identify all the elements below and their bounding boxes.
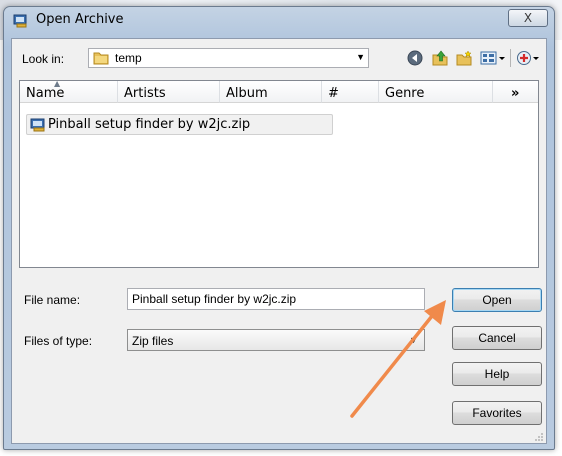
column-header-name[interactable]: Name ▲: [20, 79, 118, 103]
file-name-field[interactable]: Pinball setup finder by w2jc.zip: [127, 288, 425, 310]
resize-grip-icon[interactable]: [534, 431, 544, 441]
toolbar-separator: [510, 49, 511, 67]
file-name: Pinball setup finder by w2jc.zip: [48, 117, 251, 132]
look-in-value: temp: [115, 51, 142, 65]
dialog-client-area: Look in: temp ▼ Name ▲ Artists Album # G…: [11, 38, 547, 444]
look-in-combo[interactable]: temp ▼: [88, 48, 369, 68]
archive-icon: [13, 13, 29, 29]
help-button[interactable]: Help: [452, 362, 542, 386]
column-header-number[interactable]: #: [322, 81, 379, 103]
add-icon[interactable]: [516, 49, 540, 67]
open-button[interactable]: Open: [452, 288, 542, 312]
title-bar: Open Archive X: [4, 7, 554, 35]
column-header-label: #: [328, 86, 339, 101]
window-title: Open Archive: [36, 12, 124, 27]
back-icon[interactable]: [406, 49, 424, 67]
more-columns-icon: »: [511, 86, 520, 101]
sort-ascending-icon: ▲: [54, 79, 61, 88]
dropdown-arrow-icon: ▼: [356, 52, 365, 62]
file-type-label: Files of type:: [24, 334, 93, 348]
close-icon: X: [523, 11, 533, 25]
folder-icon: [93, 51, 109, 65]
file-list-view[interactable]: Name ▲ Artists Album # Genre » Pinball s…: [19, 79, 539, 268]
column-header-label: Name: [26, 86, 65, 101]
favorites-button[interactable]: Favorites: [452, 401, 542, 425]
up-folder-icon[interactable]: [431, 49, 449, 67]
dropdown-arrow-icon: ▼: [409, 335, 418, 345]
look-in-label: Look in:: [22, 52, 65, 66]
file-name-label: File name:: [24, 293, 81, 307]
file-type-select[interactable]: Zip files ▼: [127, 329, 425, 351]
column-header-label: Artists: [124, 86, 166, 101]
more-columns-button[interactable]: »: [493, 81, 538, 103]
list-item[interactable]: Pinball setup finder by w2jc.zip: [26, 114, 333, 135]
zip-file-icon: [30, 118, 46, 132]
column-header-genre[interactable]: Genre: [379, 81, 493, 103]
new-folder-icon[interactable]: [455, 49, 473, 67]
view-menu-icon[interactable]: [480, 49, 506, 67]
column-header-album[interactable]: Album: [220, 81, 322, 103]
close-button[interactable]: X: [508, 9, 548, 27]
column-header-label: Genre: [385, 86, 425, 101]
column-header-label: Album: [226, 86, 268, 101]
file-type-value: Zip files: [132, 334, 174, 348]
column-header-artists[interactable]: Artists: [118, 81, 220, 103]
cancel-button[interactable]: Cancel: [452, 326, 542, 350]
open-archive-dialog: Open Archive X Look in: temp ▼ Name ▲ Ar…: [3, 6, 555, 450]
